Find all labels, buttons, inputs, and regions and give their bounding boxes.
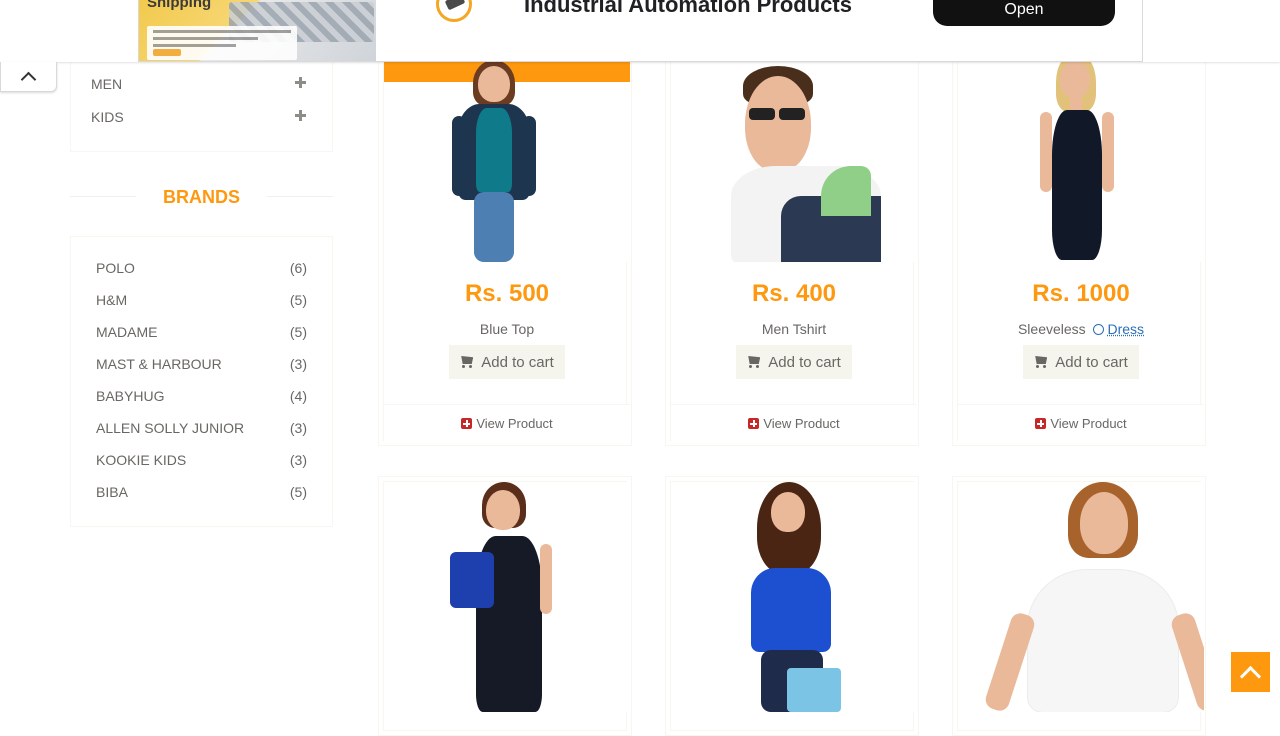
- product-card: [665, 476, 919, 736]
- brand-name[interactable]: BABYHUG: [96, 388, 164, 404]
- view-product-row: View Product: [958, 404, 1204, 442]
- product-card-inner: Rs. 400 Men Tshirt Add to cart View Prod…: [670, 35, 917, 442]
- product-card: [952, 476, 1206, 736]
- product-image[interactable]: [958, 482, 1204, 712]
- shopping-cart-icon: [747, 356, 762, 368]
- product-card-inner: [383, 481, 630, 731]
- category-item-men[interactable]: MEN: [91, 74, 309, 94]
- brand-item-kookie-kids[interactable]: KOOKIE KIDS (3): [96, 450, 307, 470]
- view-product-label[interactable]: View Product: [763, 416, 839, 431]
- product-price: Rs. 500: [464, 280, 550, 307]
- product-card-inner: [670, 481, 917, 731]
- product-name: Men Tshirt: [761, 321, 827, 337]
- brand-item-hm[interactable]: H&M (5): [96, 290, 307, 310]
- product-card-inner: [957, 481, 1204, 731]
- brand-count: (5): [289, 484, 307, 500]
- brand-count: (5): [289, 324, 307, 340]
- product-card: Rs. 500 Blue Top Add to cart View Produc…: [378, 30, 632, 446]
- ad-container[interactable]: Shipping Industrial Automation Products …: [138, 0, 1143, 62]
- brand-name[interactable]: ALLEN SOLLY JUNIOR: [96, 420, 244, 436]
- product-card: [378, 476, 632, 736]
- brands-heading: BRANDS: [70, 184, 333, 210]
- add-to-cart-button[interactable]: Add to cart: [736, 345, 852, 379]
- ad-image-title: Shipping: [147, 0, 212, 11]
- view-product-link[interactable]: View Product: [671, 416, 917, 431]
- view-product-label[interactable]: View Product: [1050, 416, 1126, 431]
- brand-count: (3): [289, 420, 307, 436]
- brand-name[interactable]: POLO: [96, 260, 135, 276]
- ad-banner: Shipping Industrial Automation Products …: [0, 0, 1280, 62]
- brand-item-allen-solly-junior[interactable]: ALLEN SOLLY JUNIOR (3): [96, 418, 307, 438]
- product-card: Rs. 1000 Sleeveless Dress Add to cart Vi…: [952, 30, 1206, 446]
- brand-name[interactable]: BIBA: [96, 484, 128, 500]
- ad-collapse-button[interactable]: [0, 62, 57, 92]
- info-icon[interactable]: [1092, 324, 1104, 335]
- view-product-link[interactable]: View Product: [958, 416, 1204, 431]
- brands-title: BRANDS: [162, 187, 240, 207]
- ad-headline[interactable]: Industrial Automation Products: [524, 0, 852, 18]
- product-image[interactable]: [384, 482, 630, 712]
- brand-name[interactable]: MAST & HARBOUR: [96, 356, 222, 372]
- shopping-cart-icon: [460, 356, 475, 368]
- view-product-row: View Product: [671, 404, 917, 442]
- brand-item-babyhug[interactable]: BABYHUG (4): [96, 386, 307, 406]
- add-to-cart-label: Add to cart: [1055, 353, 1128, 371]
- brand-name[interactable]: KOOKIE KIDS: [96, 452, 186, 468]
- product-price: Rs. 400: [751, 280, 837, 307]
- brand-item-biba[interactable]: BIBA (5): [96, 482, 307, 502]
- product-card: Rs. 400 Men Tshirt Add to cart View Prod…: [665, 30, 919, 446]
- ad-open-button[interactable]: Open: [933, 0, 1115, 26]
- brand-count: (3): [289, 452, 307, 468]
- product-card-inner: Rs. 500 Blue Top Add to cart View Produc…: [383, 35, 630, 442]
- chevron-up-icon: [1239, 665, 1262, 687]
- chevron-up-icon: [20, 71, 37, 88]
- brand-count: (3): [289, 356, 307, 372]
- product-image[interactable]: [384, 36, 630, 262]
- brand-name[interactable]: H&M: [96, 292, 127, 308]
- view-product-label[interactable]: View Product: [476, 416, 552, 431]
- plus-square-icon: [461, 418, 473, 429]
- product-card-inner: Rs. 1000 Sleeveless Dress Add to cart Vi…: [957, 35, 1204, 442]
- product-image[interactable]: [671, 36, 917, 262]
- category-label[interactable]: KIDS: [91, 109, 124, 125]
- brand-item-madame[interactable]: MADAME (5): [96, 322, 307, 342]
- ad-logo-icon: [436, 0, 472, 22]
- plus-square-icon: [1035, 418, 1047, 429]
- scroll-to-top-button[interactable]: [1231, 652, 1270, 692]
- view-product-link[interactable]: View Product: [384, 416, 630, 431]
- ad-image[interactable]: Shipping: [139, 0, 376, 61]
- shopping-cart-icon: [1034, 356, 1049, 368]
- add-to-cart-button[interactable]: Add to cart: [449, 345, 565, 379]
- product-name-text: Sleeveless: [1017, 321, 1086, 337]
- product-name-link[interactable]: Dress: [1107, 321, 1144, 337]
- brands-list: POLO (6) H&M (5) MADAME (5) MAST & HARBOUR (…: [70, 236, 333, 527]
- add-to-cart-label: Add to cart: [768, 353, 841, 371]
- brand-item-mast-harbour[interactable]: MAST & HARBOUR (3): [96, 354, 307, 374]
- product-name: Sleeveless Dress: [958, 321, 1204, 337]
- plus-square-icon: [748, 418, 760, 429]
- product-price: Rs. 1000: [1032, 280, 1130, 307]
- product-name: Blue Top: [479, 321, 535, 337]
- brand-count: (5): [289, 292, 307, 308]
- plus-icon[interactable]: [295, 77, 306, 88]
- brand-name[interactable]: MADAME: [96, 324, 157, 340]
- product-image[interactable]: [958, 36, 1204, 262]
- brand-item-polo[interactable]: POLO (6): [96, 258, 307, 278]
- plus-icon[interactable]: [295, 110, 306, 121]
- add-to-cart-label: Add to cart: [481, 353, 554, 371]
- brand-count: (6): [289, 260, 307, 276]
- view-product-row: View Product: [384, 404, 630, 442]
- category-label[interactable]: MEN: [91, 76, 122, 92]
- ad-image-card: [147, 26, 297, 60]
- add-to-cart-button[interactable]: Add to cart: [1023, 345, 1139, 379]
- brand-count: (4): [289, 388, 307, 404]
- product-image[interactable]: [671, 482, 917, 712]
- category-item-kids[interactable]: KIDS: [91, 107, 309, 127]
